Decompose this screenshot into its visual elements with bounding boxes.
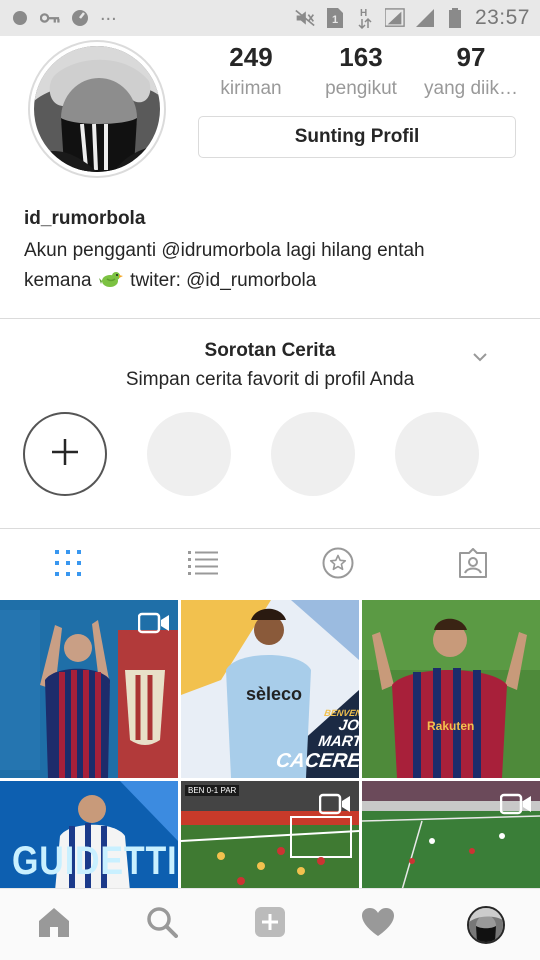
bio-line-2-suffix: twiter: @id_rumorbola: [130, 270, 317, 291]
post-caption-overlay: BENVENUTO JOSE MARTIN CACERES: [275, 708, 359, 772]
chevron-down-icon[interactable]: [470, 347, 490, 367]
key-icon: [40, 8, 60, 28]
plus-icon: [50, 437, 80, 472]
post-thumbnail[interactable]: sèleco BENVENUTO JOSE MARTIN CACERES: [181, 600, 359, 778]
avatar-image: [34, 46, 160, 172]
divider: [0, 318, 540, 319]
notification-dot-icon: [10, 8, 30, 28]
edit-profile-button[interactable]: Sunting Profil: [198, 116, 516, 158]
svg-text:Rakuten: Rakuten: [427, 719, 474, 733]
stat-value: 97: [456, 42, 486, 72]
bio-line-2-prefix: kemana: [24, 270, 92, 291]
signal-sim1-icon: [384, 8, 405, 28]
star-icon: [322, 547, 354, 584]
heart-icon: [361, 907, 395, 942]
nav-search[interactable]: [132, 895, 192, 955]
highlight-placeholder: [395, 412, 479, 496]
post-grid: sèleco BENVENUTO JOSE MARTIN CACERES Rak…: [0, 600, 540, 890]
highlight-placeholder: [271, 412, 355, 496]
status-bar: ... 1 H 23:57: [0, 0, 540, 36]
search-icon: [146, 906, 178, 943]
tab-tagged[interactable]: [443, 535, 503, 595]
sim1-icon: 1: [325, 8, 345, 28]
highlights-subtitle: Simpan cerita favorit di profil Anda: [125, 369, 415, 390]
video-icon: [318, 793, 351, 820]
post-thumbnail[interactable]: Rakuten: [362, 600, 540, 778]
nav-activity[interactable]: [348, 895, 408, 955]
svg-text:H: H: [360, 8, 367, 19]
overlay-line-2: CACERES: [274, 750, 359, 772]
mute-icon: [295, 8, 315, 28]
divider: [0, 528, 540, 529]
video-icon: [499, 793, 532, 820]
highlights-title: Sorotan Cerita: [204, 340, 336, 361]
list-icon: [187, 550, 218, 581]
nav-home[interactable]: [24, 895, 84, 955]
post-thumbnail[interactable]: [0, 600, 178, 778]
battery-icon: [445, 8, 465, 28]
stat-label: pengikut: [325, 78, 397, 99]
post-thumbnail[interactable]: GUIDETTI: [0, 781, 178, 890]
clock: 23:57: [474, 6, 530, 29]
dashboard-icon: [70, 8, 90, 28]
overlay-line-1: JOSE MARTIN: [317, 717, 359, 750]
stat-followers[interactable]: 163 pengikut: [306, 40, 416, 104]
svg-text:1: 1: [332, 14, 338, 26]
nav-add[interactable]: [240, 895, 300, 955]
stat-following[interactable]: 97 yang diik…: [416, 40, 526, 104]
bio-line-2: kemana twiter: @id_rumorbola: [24, 266, 524, 296]
stat-value: 249: [229, 42, 273, 72]
profile-bio: Akun pengganti @idrumorbola lagi hilang …: [24, 236, 524, 296]
profile-icon: [467, 905, 505, 944]
data-h-icon: H: [355, 8, 375, 29]
score-overlay: BEN 0-1 PAR: [185, 785, 240, 796]
new-highlight-button[interactable]: [23, 412, 107, 496]
svg-text:sèleco: sèleco: [246, 684, 302, 704]
tab-list[interactable]: [173, 535, 233, 595]
stat-label: yang diik…: [424, 78, 518, 99]
tagged-icon: [458, 547, 488, 583]
status-bar-left: ...: [10, 4, 117, 28]
post-thumbnail[interactable]: BEN 0-1 PAR: [181, 781, 359, 890]
stat-posts[interactable]: 249 kiriman: [196, 40, 306, 104]
post-caption-overlay: GUIDETTI: [12, 839, 178, 883]
add-icon: [254, 906, 286, 943]
stat-value: 163: [339, 42, 383, 72]
profile-username: id_rumorbola: [24, 208, 146, 229]
bird-icon: [98, 269, 123, 289]
bio-line-1: Akun pengganti @idrumorbola lagi hilang …: [24, 240, 425, 261]
profile-avatar[interactable]: [28, 40, 166, 178]
home-icon: [37, 906, 71, 943]
video-icon: [137, 612, 170, 639]
profile-tabs: [0, 530, 540, 600]
status-bar-right: 1 H 23:57: [295, 6, 530, 30]
overflow-text: ...: [100, 3, 117, 25]
tab-saved[interactable]: [308, 535, 368, 595]
highlight-placeholder: [147, 412, 231, 496]
bottom-navigation: [0, 888, 540, 960]
profile-stats: 249 kiriman 163 pengikut 97 yang diik…: [196, 40, 526, 104]
grid-icon: [54, 549, 82, 582]
nav-profile[interactable]: [456, 895, 516, 955]
tab-grid[interactable]: [38, 535, 98, 595]
stat-label: kiriman: [220, 78, 282, 99]
post-thumbnail[interactable]: [362, 781, 540, 890]
signal-sim2-icon: [415, 8, 435, 28]
